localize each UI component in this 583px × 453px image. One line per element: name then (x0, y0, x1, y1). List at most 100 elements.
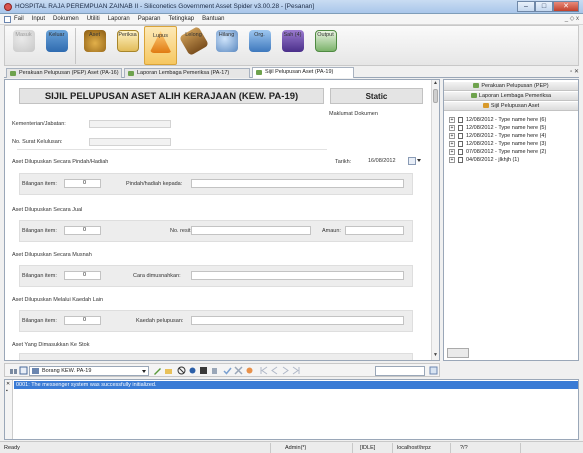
check-icon[interactable] (223, 366, 232, 375)
menu-laporan[interactable]: Laporan (108, 16, 130, 22)
menu-bantuan[interactable]: Bantuan (202, 16, 224, 22)
window-title: HOSPITAL RAJA PEREMPUAN ZAINAB II - Sili… (15, 3, 315, 10)
tab-pa16[interactable]: Perakuan Pelupusan (PEP) Aset (PA-16) (6, 68, 122, 78)
mdi-controls[interactable]: _ ◇ x (565, 15, 579, 22)
pin-icon[interactable]: ▪ (6, 388, 8, 394)
prev-record-icon[interactable] (270, 366, 279, 375)
tab-pa16-label: Perakuan Pelupusan (PEP) Aset (PA-16) (19, 70, 119, 76)
form-pane: SIJIL PELUPUSAN ASET ALIH KERAJAAN (KEW.… (4, 79, 440, 361)
record-search-input[interactable] (375, 366, 425, 376)
tab-pa19[interactable]: Sijil Pelupusan Aset (PA-19) (252, 67, 354, 78)
first-record-icon[interactable] (259, 366, 268, 375)
toolbar-separator (75, 28, 76, 64)
minimize-button[interactable]: – (517, 1, 535, 12)
search-go-icon[interactable] (429, 366, 438, 375)
menu-fail[interactable]: Fail (14, 16, 24, 22)
menu-paparan[interactable]: Paparan (138, 16, 161, 22)
close-icon[interactable] (234, 366, 243, 375)
section-pindah-group: Bilangan item: 0 Pindah/hadiah kepada: (19, 173, 413, 195)
expand-icon[interactable]: + (449, 133, 455, 139)
amaun-label: Amaun: (322, 228, 341, 234)
expand-icon[interactable]: + (449, 141, 455, 147)
form-icon (32, 368, 39, 374)
masuk-button[interactable]: Masuk (7, 26, 40, 65)
edit-icon[interactable] (153, 366, 162, 375)
scroll-down-icon[interactable]: ▼ (432, 352, 439, 360)
save-icon[interactable] (199, 366, 208, 375)
document-tree-panel: Perakuan Pelupusan (PEP) Laporan Lembaga… (443, 79, 579, 361)
tarikh-label: Tarikh: (335, 159, 352, 165)
kaedah-field[interactable] (191, 316, 404, 325)
close-icon[interactable]: ✕ (6, 381, 10, 387)
message-line[interactable]: 0001: The messenger system was successfu… (14, 381, 578, 389)
tree-item[interactable]: +12/08/2012 - Type name here (5) (449, 124, 546, 132)
tree-item[interactable]: +07/08/2012 - Type name here (2) (449, 148, 546, 156)
expand-icon[interactable]: + (449, 157, 455, 163)
record-navbar: Borang KEW. PA-19 (4, 363, 440, 377)
section-title: Aset Dilupuskan Secara Jual (12, 207, 83, 213)
form-selector[interactable]: Borang KEW. PA-19 (29, 366, 149, 376)
tree-item[interactable]: +12/08/2012 - Type name here (6) (449, 116, 546, 124)
expand-icon[interactable]: + (449, 149, 455, 155)
last-record-icon[interactable] (292, 366, 301, 375)
next-record-icon[interactable] (281, 366, 290, 375)
output-label: Output (317, 32, 334, 38)
hilang-label: Hilang (218, 32, 235, 38)
menu-dokumen[interactable]: Dokumen (53, 16, 79, 22)
bilangan-field[interactable]: 0 (64, 179, 101, 188)
aset-button[interactable]: Aset (78, 26, 111, 65)
maximize-button[interactable]: □ (535, 1, 553, 12)
form-icon[interactable] (19, 366, 28, 375)
tree-item[interactable]: +12/08/2012 - Type name here (4) (449, 132, 546, 140)
tree-view-toggle[interactable] (447, 348, 469, 358)
scroll-thumb[interactable] (433, 89, 438, 103)
lelong-button[interactable]: Lelong (177, 25, 210, 65)
pindah-kepada-field[interactable] (191, 179, 404, 188)
menu-tetingkap[interactable]: Tetingkap (168, 16, 194, 22)
lupus-button[interactable]: Lupus (144, 26, 177, 65)
no-resit-label: No. resit: (170, 228, 193, 234)
vertical-scrollbar[interactable]: ▲ ▼ (431, 80, 439, 360)
bilangan-field[interactable]: 0 (64, 271, 101, 280)
tab-pa17[interactable]: Laporan Lembaga Pemeriksa (PA-17) (124, 68, 250, 78)
amaun-field[interactable] (345, 226, 404, 235)
tree-item[interactable]: +04/08/2012 - jlkhjh (1) (449, 156, 546, 164)
periksa-button[interactable]: Periksa (111, 26, 144, 65)
tree-item[interactable]: +12/08/2012 - Type name here (3) (449, 140, 546, 148)
form-selector-value: Borang KEW. PA-19 (42, 368, 92, 374)
aset-label: Aset (88, 32, 100, 38)
refresh-icon[interactable] (245, 366, 254, 375)
title-bar: HOSPITAL RAJA PEREMPUAN ZAINAB II - Sili… (0, 0, 583, 14)
bilangan-field[interactable]: 0 (64, 316, 101, 325)
pin-icon[interactable] (188, 366, 197, 375)
tree-header-laporan[interactable]: Laporan Lembaga Pemeriksa (444, 92, 578, 101)
no-resit-field[interactable] (191, 226, 311, 235)
close-button[interactable]: ✕ (553, 1, 579, 12)
org-button[interactable]: Org. (243, 26, 276, 65)
cancel-icon[interactable] (177, 366, 186, 375)
tree-list: +12/08/2012 - Type name here (6) +12/08/… (449, 116, 546, 164)
trash-icon[interactable] (210, 366, 219, 375)
cara-musnah-field[interactable] (191, 271, 404, 280)
expand-icon[interactable]: + (449, 117, 455, 123)
hilang-button[interactable]: Hilang (210, 26, 243, 65)
folder-icon[interactable] (164, 366, 173, 375)
binoculars-icon[interactable] (9, 366, 18, 375)
tarikh-field[interactable]: 16/08/2012 (368, 157, 406, 166)
pindah-kepada-label: Pindah/hadiah kepada: (126, 181, 183, 187)
tree-header-sijil[interactable]: Sijil Pelupusan Aset (444, 102, 578, 111)
panel-pin-icon[interactable]: ▫ ✕ (443, 68, 579, 78)
calendar-icon[interactable] (408, 157, 416, 165)
tree-header-pep[interactable]: Perakuan Pelupusan (PEP) (444, 82, 578, 91)
output-button[interactable]: Output (309, 26, 342, 65)
keluar-button[interactable]: Keluar (40, 26, 73, 65)
chevron-down-icon[interactable] (417, 159, 421, 162)
section-title: Aset Dilupuskan Secara Pindah/Hadiah (12, 159, 109, 165)
tree-item-label: 12/08/2012 - Type name here (6) (466, 117, 547, 123)
menu-utiliti[interactable]: Utiliti (87, 16, 100, 22)
sah-button[interactable]: Sah (4) (276, 26, 309, 65)
expand-icon[interactable]: + (449, 125, 455, 131)
bilangan-field[interactable]: 0 (64, 226, 101, 235)
scroll-up-icon[interactable]: ▲ (432, 80, 439, 88)
menu-input[interactable]: Input (32, 16, 45, 22)
